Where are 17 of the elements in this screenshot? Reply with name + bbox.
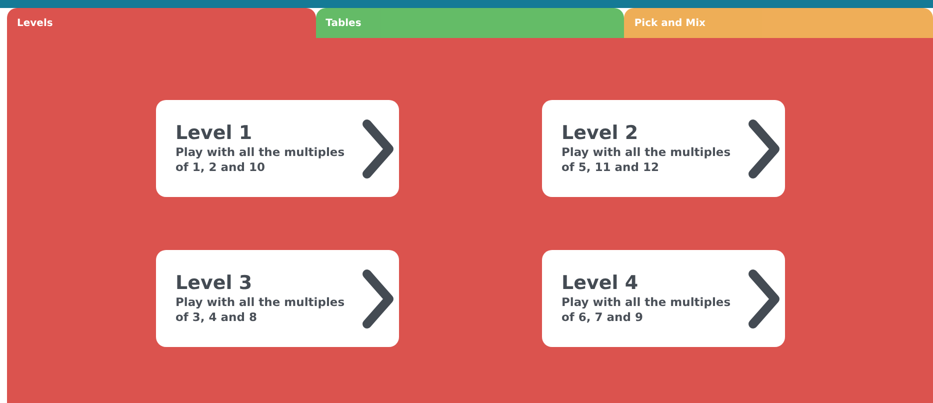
level-title: Level 1 xyxy=(176,122,254,146)
chevron-right-icon xyxy=(746,268,780,330)
level-description: Play with all the multiples of 3, 4 and 8 xyxy=(176,295,346,326)
level-description: Play with all the multiples of 5, 11 and 12 xyxy=(562,145,732,176)
tab[interactable]: Levels xyxy=(7,8,316,38)
chevron-right-icon xyxy=(746,118,780,180)
level-description: Play with all the multiples of 6, 7 and 9 xyxy=(562,295,732,326)
level-title: Level 4 xyxy=(562,272,640,296)
level-title: Level 3 xyxy=(176,272,254,296)
level-description: Play with all the multiples of 1, 2 and 10 xyxy=(176,145,346,176)
level-card[interactable]: Level 2 Play with all the multiples of 5, 11 and 12 xyxy=(542,100,784,197)
level-card[interactable]: Level 3 Play with all the multiples of 3, 4 and 8 xyxy=(156,250,398,347)
level-card[interactable]: Level 1 Play with all the multiples of 1, 2 and 10 xyxy=(156,100,398,197)
level-title: Level 2 xyxy=(562,122,640,146)
chevron-right-icon xyxy=(360,268,394,330)
level-card[interactable]: Level 4 Play with all the multiples of 6, 7 and 9 xyxy=(542,250,784,347)
chevron-right-icon xyxy=(360,118,394,180)
